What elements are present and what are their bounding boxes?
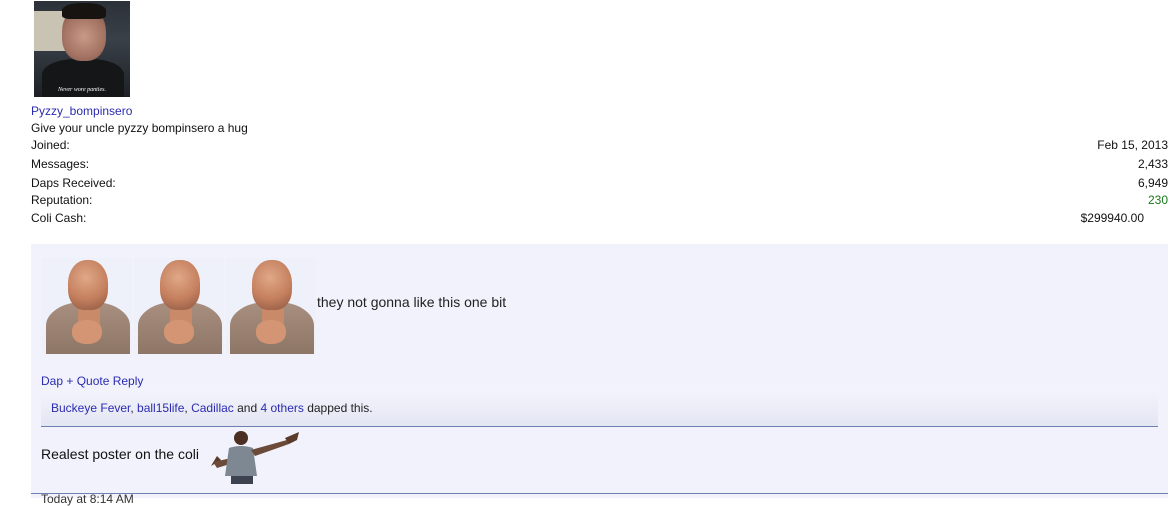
post-timestamp: Today at 8:14 AM	[41, 492, 134, 506]
user-title: Give your uncle pyzzy bompinsero a hug	[31, 121, 248, 135]
stat-joined-value: Feb 15, 2013	[1097, 138, 1168, 152]
picard-gif-3	[226, 258, 316, 354]
stat-coli-cash-value: $299940.00	[1080, 211, 1144, 225]
post-bottom-rule	[31, 493, 1168, 494]
post-text: they not gonna like this one bit	[317, 294, 507, 310]
signature-text: Realest poster on the coli	[41, 446, 199, 462]
stat-coli-cash-label: Coli Cash:	[31, 211, 87, 225]
signature-image	[211, 431, 299, 484]
dap-user-link[interactable]: ball15life	[137, 401, 184, 415]
dap-quote-reply-link[interactable]: Dap + Quote Reply	[41, 374, 143, 388]
daps-others-link[interactable]: 4 others	[261, 401, 304, 415]
stat-joined-label: Joined:	[31, 138, 70, 152]
avatar-caption: Never wore panties.	[58, 87, 106, 93]
avatar-hair	[62, 3, 106, 19]
picard-gif-2	[134, 258, 224, 354]
daps-suffix: dapped this.	[307, 401, 373, 415]
username-link[interactable]: Pyzzy_bompinsero	[31, 104, 132, 118]
stat-daps-value: 6,949	[1137, 176, 1168, 190]
stat-messages-value: 2,433	[1137, 157, 1168, 171]
user-avatar[interactable]: Never wore panties.	[34, 1, 130, 97]
dap-user-link[interactable]: Cadillac	[191, 401, 234, 415]
stat-reputation-value: 230	[1147, 193, 1168, 207]
stat-reputation-label: Reputation:	[31, 193, 93, 207]
stat-messages-label: Messages:	[31, 157, 90, 171]
stat-daps-label: Daps Received:	[31, 176, 116, 190]
daps-summary: Buckeye Fever, ball15life, Cadillac and …	[51, 401, 373, 415]
dap-user-link[interactable]: Buckeye Fever	[51, 401, 130, 415]
daps-and: and	[237, 401, 258, 415]
picard-gif-1	[42, 258, 132, 354]
